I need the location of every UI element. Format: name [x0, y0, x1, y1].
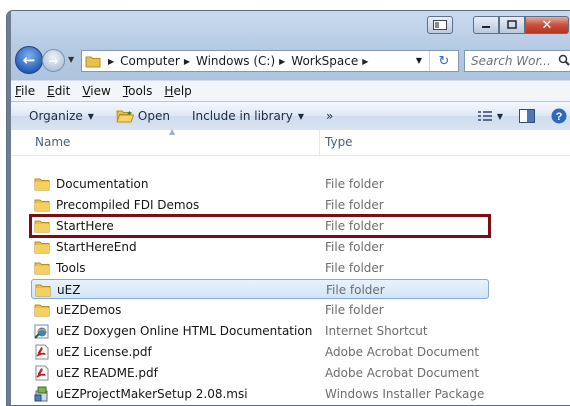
open-folder-icon — [116, 110, 134, 123]
more-commands-button[interactable]: » — [326, 109, 333, 123]
back-button[interactable]: ← — [15, 46, 43, 74]
list-item[interactable]: StartHereEnd File folder — [31, 237, 489, 257]
window-left-border — [7, 11, 11, 405]
navigation-bar: ← → ▼ ▶ Computer ▶ Windows (C:) ▶ WorkSp… — [7, 43, 570, 77]
search-icon — [558, 54, 570, 66]
refresh-button[interactable]: ↻ — [429, 51, 458, 71]
help-icon: ? — [551, 108, 567, 124]
list-item[interactable]: uEZ README.pdf Adobe Acrobat Document — [31, 363, 489, 383]
chevron-down-icon: ▼ — [297, 111, 304, 121]
column-headers: ▲ Name Type — [7, 127, 570, 156]
close-icon: ✕ — [541, 17, 553, 33]
menu-file[interactable]: File — [15, 84, 35, 98]
svg-text:?: ? — [556, 111, 563, 123]
address-dropdown[interactable]: ▼ — [416, 56, 422, 65]
open-button[interactable]: Open — [116, 109, 170, 123]
menu-tools[interactable]: Tools — [123, 84, 153, 98]
list-item[interactable]: Tools File folder — [31, 258, 489, 278]
folder-icon — [34, 220, 50, 233]
chevron-right-icon[interactable]: ▶ — [279, 57, 285, 66]
close-button[interactable]: ✕ — [525, 16, 569, 34]
menu-bar: File Edit View Tools Help — [7, 80, 570, 101]
column-header-name[interactable]: Name — [35, 135, 70, 149]
folder-icon — [34, 178, 50, 191]
forward-button[interactable]: → — [42, 49, 65, 72]
minimize-button[interactable] — [473, 16, 499, 34]
chevron-right-icon[interactable]: ▶ — [362, 57, 368, 66]
list-item[interactable]: Precompiled FDI Demos File folder — [31, 195, 489, 215]
snap-button[interactable] — [427, 16, 453, 34]
explorer-window: ✕ ← → ▼ ▶ Computer ▶ Windows (C:) ▶ Work… — [6, 10, 570, 406]
installer-icon — [34, 386, 48, 402]
pdf-icon — [35, 344, 49, 360]
folder-icon — [34, 262, 50, 275]
minimize-icon — [482, 26, 490, 28]
menu-view[interactable]: View — [82, 84, 110, 98]
list-item-selected[interactable]: uEZ File folder — [31, 279, 489, 299]
internet-shortcut-icon — [34, 324, 49, 339]
maximize-icon — [507, 20, 517, 29]
chevron-right-icon[interactable]: ▶ — [184, 57, 190, 66]
pdf-icon — [35, 365, 49, 381]
chevron-down-icon: ▼ — [496, 111, 503, 121]
organize-button[interactable]: Organize ▼ — [29, 109, 94, 123]
column-divider[interactable] — [319, 130, 320, 155]
arrow-left-icon: ← — [22, 51, 36, 69]
chevron-right-icon[interactable]: ▶ — [108, 57, 114, 66]
folder-icon — [34, 199, 50, 212]
list-item[interactable]: uEZ License.pdf Adobe Acrobat Document — [31, 342, 489, 362]
command-bar: Organize ▼ Open Include in library ▼ » ▼… — [7, 101, 570, 131]
folder-icon — [34, 241, 50, 254]
view-list-icon — [477, 111, 492, 121]
recent-pages-dropdown[interactable]: ▼ — [68, 55, 74, 64]
sort-ascending-icon: ▲ — [169, 127, 176, 136]
list-item[interactable]: uEZ Doxygen Online HTML Documentation In… — [31, 321, 489, 341]
view-controls: ▼ ? — [477, 102, 570, 130]
list-item[interactable]: uEZProjectMakerSetup 2.08.msi Windows In… — [31, 384, 489, 404]
breadcrumb-workspace[interactable]: WorkSpace — [291, 54, 358, 68]
menu-edit[interactable]: Edit — [47, 84, 70, 98]
preview-pane-icon — [519, 109, 535, 123]
arrow-right-icon: → — [48, 53, 59, 68]
include-in-library-button[interactable]: Include in library ▼ — [192, 109, 304, 123]
list-item[interactable]: Documentation File folder — [31, 174, 489, 194]
list-item[interactable]: uEZDemos File folder — [31, 300, 489, 320]
search-input[interactable]: Search Wor... — [464, 50, 570, 72]
folder-icon — [85, 56, 101, 68]
file-list-pane: ▲ Name Type Documentation File folder Pr… — [7, 127, 570, 405]
breadcrumb-computer[interactable]: Computer — [120, 54, 180, 68]
address-bar[interactable]: ▶ Computer ▶ Windows (C:) ▶ WorkSpace ▶ … — [81, 50, 459, 72]
folder-icon — [35, 284, 51, 297]
search-placeholder: Search Wor... — [471, 54, 551, 68]
change-view-button[interactable]: ▼ — [477, 110, 503, 122]
preview-pane-button[interactable] — [519, 109, 535, 123]
help-button[interactable]: ? — [551, 108, 567, 124]
column-header-type[interactable]: Type — [325, 135, 353, 149]
chevron-down-icon: ▼ — [87, 111, 94, 121]
title-bar-controls: ✕ — [427, 16, 569, 34]
window-layout-icon — [433, 20, 447, 30]
list-item-highlighted[interactable]: StartHere File folder — [29, 214, 491, 238]
menu-help[interactable]: Help — [164, 84, 191, 98]
breadcrumb-windows-c[interactable]: Windows (C:) — [196, 54, 275, 68]
refresh-icon: ↻ — [438, 53, 450, 69]
maximize-button[interactable] — [499, 16, 525, 34]
folder-icon — [34, 304, 50, 317]
